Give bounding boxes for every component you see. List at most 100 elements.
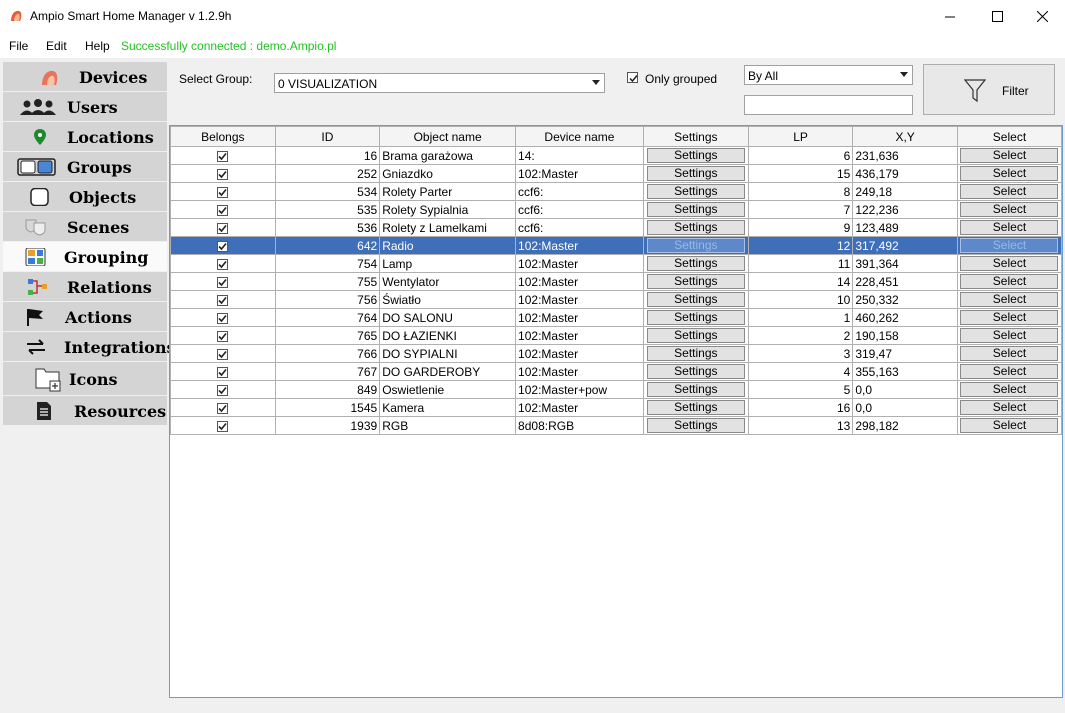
column-header-lp[interactable]: LP — [747, 126, 854, 147]
checkbox-checked-icon[interactable] — [217, 312, 229, 324]
belongs-cell[interactable] — [170, 326, 276, 345]
settings-button[interactable]: Settings — [646, 346, 745, 361]
settings-button[interactable]: Settings — [646, 256, 745, 271]
settings-button[interactable]: Settings — [646, 310, 745, 325]
sidebar-item-groups[interactable]: Groups — [3, 152, 167, 182]
belongs-cell[interactable] — [170, 272, 276, 291]
settings-button[interactable]: Settings — [646, 400, 745, 415]
checkbox-checked-icon[interactable] — [217, 420, 229, 432]
filter-button[interactable]: Filter — [923, 64, 1055, 115]
sidebar-item-grouping[interactable]: Grouping — [3, 242, 167, 272]
belongs-cell[interactable] — [170, 398, 276, 417]
table-row[interactable]: 767 DO GARDEROBY 102:Master Settings 4 355,16… — [170, 362, 1062, 381]
sidebar-item-integrations[interactable]: Integrations — [3, 332, 175, 362]
table-row[interactable]: 756 Światło 102:Master Settings 10 250,332 Sel… — [170, 290, 1062, 309]
sidebar-item-actions[interactable]: Actions — [3, 302, 167, 332]
select-button[interactable]: Select — [960, 220, 1059, 235]
sidebar-item-users[interactable]: Users — [3, 92, 167, 122]
table-row[interactable]: 1545 Kamera 102:Master Settings 16 0,0 Select — [170, 398, 1062, 417]
checkbox-checked-icon[interactable] — [217, 348, 229, 360]
select-button[interactable]: Select — [960, 238, 1059, 253]
belongs-cell[interactable] — [170, 362, 276, 381]
only-grouped-checkbox[interactable] — [627, 72, 638, 83]
checkbox-checked-icon[interactable] — [217, 402, 229, 414]
settings-button[interactable]: Settings — [646, 292, 745, 307]
sidebar-item-locations[interactable]: Locations — [3, 122, 167, 152]
table-row[interactable]: 765 DO ŁAZIENKI 102:Master Settings 2 190,158… — [170, 326, 1062, 345]
checkbox-checked-icon[interactable] — [217, 366, 229, 378]
select-button[interactable]: Select — [960, 310, 1059, 325]
select-button[interactable]: Select — [960, 274, 1059, 289]
select-button[interactable]: Select — [960, 202, 1059, 217]
select-button[interactable]: Select — [960, 256, 1059, 271]
belongs-cell[interactable] — [170, 380, 276, 399]
group-select[interactable]: 0 VISUALIZATION — [274, 73, 605, 93]
settings-button[interactable]: Settings — [646, 166, 745, 181]
menu-help[interactable]: Help — [85, 39, 110, 53]
table-row[interactable]: 766 DO SYPIALNI 102:Master Settings 3 319,47 S… — [170, 344, 1062, 363]
column-header-xy[interactable]: X,Y — [852, 126, 958, 147]
by-filter-select[interactable]: By All — [744, 65, 913, 85]
belongs-cell[interactable] — [170, 218, 276, 237]
checkbox-checked-icon[interactable] — [217, 168, 229, 180]
checkbox-checked-icon[interactable] — [217, 240, 229, 252]
belongs-cell[interactable] — [170, 290, 276, 309]
sidebar-item-icons[interactable]: Icons — [3, 362, 167, 396]
settings-button[interactable]: Settings — [646, 274, 745, 289]
checkbox-checked-icon[interactable] — [217, 294, 229, 306]
settings-button[interactable]: Settings — [646, 328, 745, 343]
table-row[interactable]: 252 Gniazdko 102:Master Settings 15 436,179 Se… — [170, 164, 1062, 183]
select-button[interactable]: Select — [960, 364, 1059, 379]
settings-button[interactable]: Settings — [646, 148, 745, 163]
settings-button[interactable]: Settings — [646, 382, 745, 397]
column-header-settings[interactable]: Settings — [642, 126, 749, 147]
table-row[interactable]: 754 Lamp 102:Master Settings 11 391,364 Select — [170, 254, 1062, 273]
table-row[interactable]: 1939 RGB 8d08:RGB Settings 13 298,182 Select — [170, 416, 1062, 435]
select-button[interactable]: Select — [960, 400, 1059, 415]
checkbox-checked-icon[interactable] — [217, 330, 229, 342]
column-header-select[interactable]: Select — [956, 126, 1062, 147]
checkbox-checked-icon[interactable] — [217, 276, 229, 288]
close-button[interactable] — [1019, 0, 1065, 32]
table-row[interactable]: 642 Radio 102:Master Settings 12 317,492 Selec… — [170, 236, 1062, 255]
sidebar-item-scenes[interactable]: Scenes — [3, 212, 167, 242]
belongs-cell[interactable] — [170, 308, 276, 327]
table-row[interactable]: 534 Rolety Parter ccf6: Settings 8 249,18 Sele… — [170, 182, 1062, 201]
settings-button[interactable]: Settings — [646, 202, 745, 217]
table-row[interactable]: 764 DO SALONU 102:Master Settings 1 460,262 Se… — [170, 308, 1062, 327]
settings-button[interactable]: Settings — [646, 364, 745, 379]
column-header-object-name[interactable]: Object name — [379, 126, 517, 147]
belongs-cell[interactable] — [170, 200, 276, 219]
select-button[interactable]: Select — [960, 166, 1059, 181]
sidebar-item-devices[interactable]: Devices — [3, 62, 167, 92]
belongs-cell[interactable] — [170, 146, 276, 165]
table-row[interactable]: 16 Brama garażowa 14: Settings 6 231,636 Selec… — [170, 146, 1062, 165]
checkbox-checked-icon[interactable] — [217, 186, 229, 198]
column-header-device-name[interactable]: Device name — [515, 126, 644, 147]
belongs-cell[interactable] — [170, 236, 276, 255]
sidebar-item-objects[interactable]: Objects — [3, 182, 167, 212]
belongs-cell[interactable] — [170, 182, 276, 201]
select-button[interactable]: Select — [960, 346, 1059, 361]
select-button[interactable]: Select — [960, 148, 1059, 163]
menu-file[interactable]: File — [9, 39, 28, 53]
table-row[interactable]: 849 Oswietlenie 102:Master+pow Settings 5 0,0… — [170, 380, 1062, 399]
select-button[interactable]: Select — [960, 292, 1059, 307]
select-button[interactable]: Select — [960, 328, 1059, 343]
minimize-button[interactable] — [927, 0, 973, 32]
settings-button[interactable]: Settings — [646, 238, 745, 253]
select-button[interactable]: Select — [960, 418, 1059, 433]
table-row[interactable]: 536 Rolety z Lamelkami ccf6: Settings 9 123,4… — [170, 218, 1062, 237]
search-input[interactable] — [744, 95, 913, 115]
checkbox-checked-icon[interactable] — [217, 222, 229, 234]
belongs-cell[interactable] — [170, 164, 276, 183]
checkbox-checked-icon[interactable] — [217, 204, 229, 216]
checkbox-checked-icon[interactable] — [217, 150, 229, 162]
settings-button[interactable]: Settings — [646, 220, 745, 235]
belongs-cell[interactable] — [170, 344, 276, 363]
column-header-belongs[interactable]: Belongs — [170, 126, 276, 147]
sidebar-item-relations[interactable]: Relations — [3, 272, 167, 302]
settings-button[interactable]: Settings — [646, 418, 745, 433]
select-button[interactable]: Select — [960, 382, 1059, 397]
belongs-cell[interactable] — [170, 254, 276, 273]
